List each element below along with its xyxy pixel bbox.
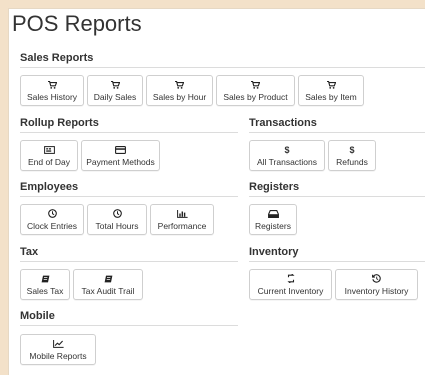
section-title: Inventory	[249, 246, 425, 262]
button-label: Performance	[157, 220, 207, 231]
performance-button[interactable]: Performance	[150, 204, 214, 235]
all-transactions-button[interactable]: $ All Transactions	[249, 140, 325, 171]
dollar-icon: $	[349, 144, 355, 155]
end-of-day-button[interactable]: End of Day	[20, 140, 78, 171]
line-chart-icon	[52, 339, 64, 349]
rollup-reports-buttons: End of Day Payment Methods	[20, 140, 160, 171]
bar-chart-icon	[176, 209, 188, 219]
button-label: Total Hours	[95, 220, 139, 231]
registers-buttons: Registers	[249, 204, 297, 235]
sales-by-product-button[interactable]: Sales by Product	[216, 75, 295, 106]
section-title: Transactions	[249, 117, 425, 133]
button-label: Inventory History	[344, 285, 409, 296]
transactions-section: Transactions	[249, 117, 425, 133]
transactions-buttons: $ All Transactions $ Refunds	[249, 140, 376, 171]
button-label: Daily Sales	[93, 91, 137, 102]
clock-icon	[112, 209, 122, 219]
registers-section: Registers	[249, 181, 425, 197]
mobile-reports-button[interactable]: Mobile Reports	[20, 334, 96, 365]
sales-history-button[interactable]: Sales History	[20, 75, 84, 106]
button-label: Registers	[255, 220, 291, 231]
section-title: Registers	[249, 181, 425, 197]
button-label: Refunds	[336, 156, 368, 167]
button-label: Sales History	[26, 91, 78, 102]
inventory-history-button[interactable]: Inventory History	[335, 269, 418, 300]
section-title: Tax	[20, 246, 238, 262]
exchange-icon	[286, 274, 295, 284]
section-title: Rollup Reports	[20, 117, 238, 133]
sales-by-item-button[interactable]: Sales by Item	[298, 75, 364, 106]
employees-buttons: Clock Entries Total Hours Performance	[20, 204, 214, 235]
payment-methods-button[interactable]: Payment Methods	[81, 140, 160, 171]
cart-icon	[175, 80, 184, 90]
section-title: Mobile	[20, 310, 238, 326]
button-label: All Transactions	[257, 156, 317, 167]
button-label: End of Day	[27, 156, 71, 167]
clock-icon	[47, 209, 57, 219]
register-icon	[43, 145, 55, 155]
page-title: POS Reports	[12, 11, 142, 36]
tax-section: Tax	[20, 246, 238, 262]
receipt-icon	[41, 274, 50, 284]
section-title: Employees	[20, 181, 238, 197]
sales-tax-button[interactable]: Sales Tax	[20, 269, 70, 300]
button-label: Clock Entries	[26, 220, 78, 231]
button-label: Mobile Reports	[29, 350, 87, 361]
refunds-button[interactable]: $ Refunds	[328, 140, 376, 171]
button-label: Tax Audit Trail	[81, 285, 135, 296]
sales-reports-section: Sales Reports	[20, 52, 425, 68]
total-hours-button[interactable]: Total Hours	[87, 204, 147, 235]
registers-button[interactable]: Registers	[249, 204, 297, 235]
register-tray-icon	[267, 209, 279, 219]
button-label: Sales Tax	[26, 285, 64, 296]
rollup-reports-section: Rollup Reports	[20, 117, 238, 133]
receipt-icon	[104, 274, 113, 284]
credit-card-icon	[115, 145, 126, 155]
cart-icon	[110, 80, 120, 90]
history-icon	[372, 274, 381, 284]
cart-icon	[326, 80, 336, 90]
sales-by-hour-button[interactable]: Sales by Hour	[146, 75, 213, 106]
button-label: Sales by Hour	[152, 91, 207, 102]
button-label: Sales by Item	[305, 91, 357, 102]
employees-section: Employees	[20, 181, 238, 197]
cart-icon	[47, 80, 57, 90]
tax-buttons: Sales Tax Tax Audit Trail	[20, 269, 143, 300]
current-inventory-button[interactable]: Current Inventory	[249, 269, 332, 300]
button-label: Current Inventory	[257, 285, 324, 296]
section-title: Sales Reports	[20, 52, 425, 68]
button-label: Sales by Product	[223, 91, 288, 102]
cart-icon	[251, 80, 260, 90]
inventory-buttons: Current Inventory Inventory History	[249, 269, 418, 300]
button-label: Payment Methods	[86, 156, 155, 167]
dollar-icon: $	[284, 144, 290, 155]
mobile-buttons: Mobile Reports	[20, 334, 96, 365]
inventory-section: Inventory	[249, 246, 425, 262]
tax-audit-trail-button[interactable]: Tax Audit Trail	[73, 269, 143, 300]
daily-sales-button[interactable]: Daily Sales	[87, 75, 143, 106]
sales-reports-buttons: Sales History Daily Sales Sales by Hour …	[20, 75, 364, 106]
mobile-section: Mobile	[20, 310, 238, 326]
clock-entries-button[interactable]: Clock Entries	[20, 204, 84, 235]
